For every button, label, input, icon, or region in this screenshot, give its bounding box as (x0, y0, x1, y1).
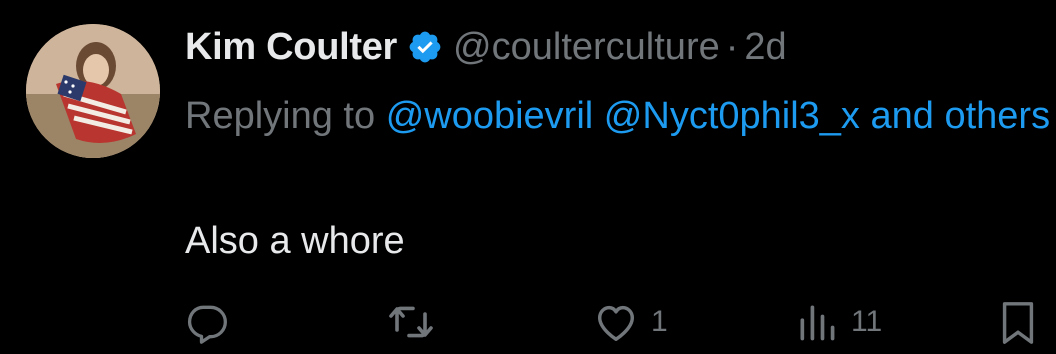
reply-icon (187, 305, 227, 344)
tweet-header: Kim Coulter @coulterculture · 2d (185, 22, 1056, 72)
like-count: 1 (651, 305, 668, 338)
bookmark-button[interactable] (998, 300, 1038, 346)
heart-icon (597, 305, 635, 341)
display-name[interactable]: Kim Coulter (185, 26, 397, 69)
views-button[interactable]: 11 (795, 300, 882, 344)
views-chart-icon (800, 305, 835, 341)
handle[interactable]: @coulterculture (453, 26, 720, 69)
retweet-icon (389, 306, 433, 338)
tweet-text: Also a whore (185, 220, 405, 262)
mention-and-text[interactable]: and (871, 95, 934, 137)
mention-link[interactable]: @Nyct0phil3_x (604, 95, 860, 137)
views-count: 11 (851, 305, 883, 338)
replying-to: Replying to @woobievril @Nyct0phil3_x an… (185, 84, 1056, 148)
timestamp[interactable]: 2d (744, 26, 786, 69)
tweet-actions: 1 11 (185, 300, 1056, 346)
retweet-button[interactable] (387, 300, 435, 344)
tweet: Kim Coulter @coulterculture · 2d Replyin… (0, 0, 1056, 354)
tweet-content: Kim Coulter @coulterculture · 2d Replyin… (185, 22, 1056, 148)
like-button[interactable]: 1 (593, 300, 668, 344)
mention-others-link[interactable]: others (944, 95, 1050, 137)
reply-button[interactable] (185, 300, 229, 344)
avatar[interactable] (26, 24, 160, 158)
mention-link[interactable]: @woobievril (386, 95, 594, 137)
verified-badge-icon (407, 29, 443, 65)
bookmark-icon (1002, 302, 1034, 344)
avatar-image (26, 24, 160, 158)
separator-dot: · (725, 25, 739, 68)
replying-to-label: Replying to (185, 95, 376, 137)
